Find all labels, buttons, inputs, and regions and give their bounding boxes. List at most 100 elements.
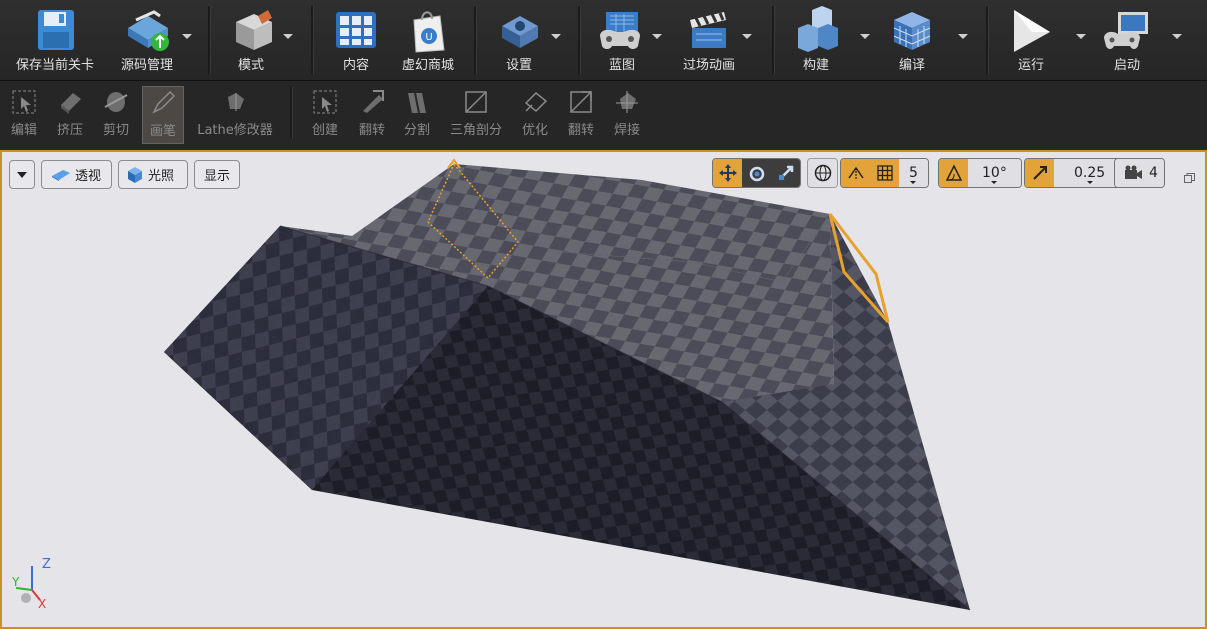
launch-monitor-gamepad-icon [1104, 12, 1148, 49]
rotate-tool-button[interactable] [742, 159, 771, 187]
play-dropdown-icon[interactable] [1076, 34, 1086, 39]
turn-icon [570, 91, 592, 113]
translate-tool-button[interactable] [713, 159, 742, 187]
blueprints-dropdown-icon[interactable] [652, 34, 662, 39]
grid-snap-group: 5 [840, 158, 929, 188]
triangulate-button[interactable]: 三角剖分 [444, 86, 508, 142]
settings-gear-icon [502, 16, 538, 48]
build-button[interactable]: 构建 [780, 0, 872, 80]
source-control-label: 源码管理 [120, 58, 173, 73]
show-button[interactable]: 显示 [194, 160, 240, 189]
main-toolbar: 保存当前关卡 源码管理 模式 内容 U 虚幻商城 设置 蓝图 过场动画 构建 编… [0, 0, 1207, 81]
modes-icon [236, 10, 272, 50]
scale-snap-group: 0.25 [1024, 158, 1127, 188]
turn-button[interactable]: 翻转 [560, 86, 602, 142]
edit-select-icon [12, 90, 36, 114]
modes-button[interactable]: 模式 [214, 0, 298, 80]
grid-snap-toggle[interactable] [870, 159, 899, 187]
source-control-dropdown-icon[interactable] [182, 34, 192, 39]
pen-icon [152, 90, 176, 114]
toolbar-divider [311, 6, 314, 74]
cinematics-dropdown-icon[interactable] [742, 34, 752, 39]
globe-icon [814, 164, 831, 182]
source-control-button[interactable]: 源码管理 [110, 0, 194, 80]
launch-button[interactable]: 启动 [1090, 0, 1190, 80]
scale-snap-icon [1032, 166, 1047, 180]
optimize-button[interactable]: 优化 [514, 86, 556, 142]
extrude-button[interactable]: 挤压 [48, 86, 92, 142]
mode-toolbar-divider [290, 87, 293, 139]
world-local-toggle[interactable] [808, 159, 837, 187]
split-icon [408, 92, 426, 114]
launch-dropdown-icon[interactable] [1172, 34, 1182, 39]
axis-z-label: Z [42, 557, 51, 572]
create-button[interactable]: 创建 [302, 86, 348, 142]
lit-sphere-icon [128, 166, 142, 183]
save-current-level-button[interactable]: 保存当前关卡 [0, 0, 110, 80]
marketplace-bag-icon: U [413, 11, 445, 53]
restore-window-icon [1184, 173, 1195, 183]
settings-button[interactable]: 设置 [482, 0, 566, 80]
marketplace-label: 虚幻商城 [401, 58, 454, 73]
scale-tool-button[interactable] [771, 159, 800, 187]
lathe-button[interactable]: Lathe修改器 [188, 86, 282, 142]
weld-icon [616, 91, 638, 113]
brush-mesh[interactable] [164, 164, 971, 611]
toolbar-divider [208, 6, 211, 74]
edit-mode-button[interactable]: 编辑 [2, 86, 46, 142]
rotation-snap-toggle[interactable] [939, 159, 968, 187]
geometry-brush-scene[interactable] [2, 152, 1205, 627]
axis-x-label: X [38, 597, 46, 611]
surface-snap-button[interactable] [841, 159, 870, 187]
triangulate-icon [465, 91, 487, 113]
build-dropdown-icon[interactable] [860, 34, 870, 39]
toolbar-divider [986, 6, 989, 74]
perspective-icon [52, 169, 70, 181]
play-button[interactable]: 运行 [994, 0, 1090, 80]
toolbar-divider [578, 6, 581, 74]
clip-button[interactable]: 剪切 [94, 86, 138, 142]
turn-label: 翻转 [567, 123, 594, 138]
marketplace-button[interactable]: U 虚幻商城 [392, 0, 464, 80]
geometry-mode-toolbar: 编辑 挤压 剪切 画笔 Lathe修改器 创建 翻转 分割 三角剖分 优化 翻转… [0, 81, 1207, 151]
launch-label: 启动 [1113, 58, 1140, 73]
svg-text:U: U [425, 32, 432, 43]
angle-icon [945, 164, 962, 181]
camera-icon [1125, 165, 1142, 179]
rotation-snap-value[interactable]: 10° [968, 159, 1021, 187]
pen-button[interactable]: 画笔 [142, 86, 184, 144]
compile-button[interactable]: 编译 [872, 0, 976, 80]
scale-snap-toggle[interactable] [1025, 159, 1054, 187]
weld-button[interactable]: 焊接 [606, 86, 648, 142]
flip-button[interactable]: 翻转 [350, 86, 394, 142]
cinematics-button[interactable]: 过场动画 [666, 0, 770, 80]
split-label: 分割 [403, 123, 430, 138]
content-button[interactable]: 内容 [320, 0, 392, 80]
blueprints-gamepad-icon [600, 12, 640, 49]
grid-snap-value[interactable]: 5 [899, 159, 928, 187]
modes-dropdown-icon[interactable] [283, 34, 293, 39]
rotation-snap-group: 10° [938, 158, 1022, 188]
viewport-options-button[interactable] [9, 160, 35, 189]
compile-dropdown-icon[interactable] [958, 34, 968, 39]
edit-label: 编辑 [10, 123, 37, 138]
source-control-icon [128, 10, 169, 51]
flip-icon [363, 90, 384, 113]
pen-label: 画笔 [149, 124, 176, 139]
weld-label: 焊接 [613, 123, 640, 138]
optimize-icon [524, 91, 548, 113]
maximize-viewport-button[interactable] [1184, 168, 1195, 183]
chevron-down-icon [17, 171, 27, 178]
camera-speed-button[interactable]: 4 [1115, 159, 1164, 187]
rotate-icon [749, 166, 764, 182]
lit-button[interactable]: 光照 [118, 160, 188, 189]
settings-dropdown-icon[interactable] [551, 34, 561, 39]
split-button[interactable]: 分割 [396, 86, 438, 142]
lathe-label: Lathe修改器 [197, 123, 273, 138]
perspective-button[interactable]: 透视 [41, 160, 112, 189]
build-label: 构建 [802, 58, 829, 73]
cinematics-label: 过场动画 [682, 58, 735, 73]
blueprints-button[interactable]: 蓝图 [586, 0, 666, 80]
compile-cube-icon [893, 12, 931, 50]
level-viewport[interactable]: 透视 光照 显示 5 10° 0.25 4 Z Y X [0, 150, 1207, 629]
